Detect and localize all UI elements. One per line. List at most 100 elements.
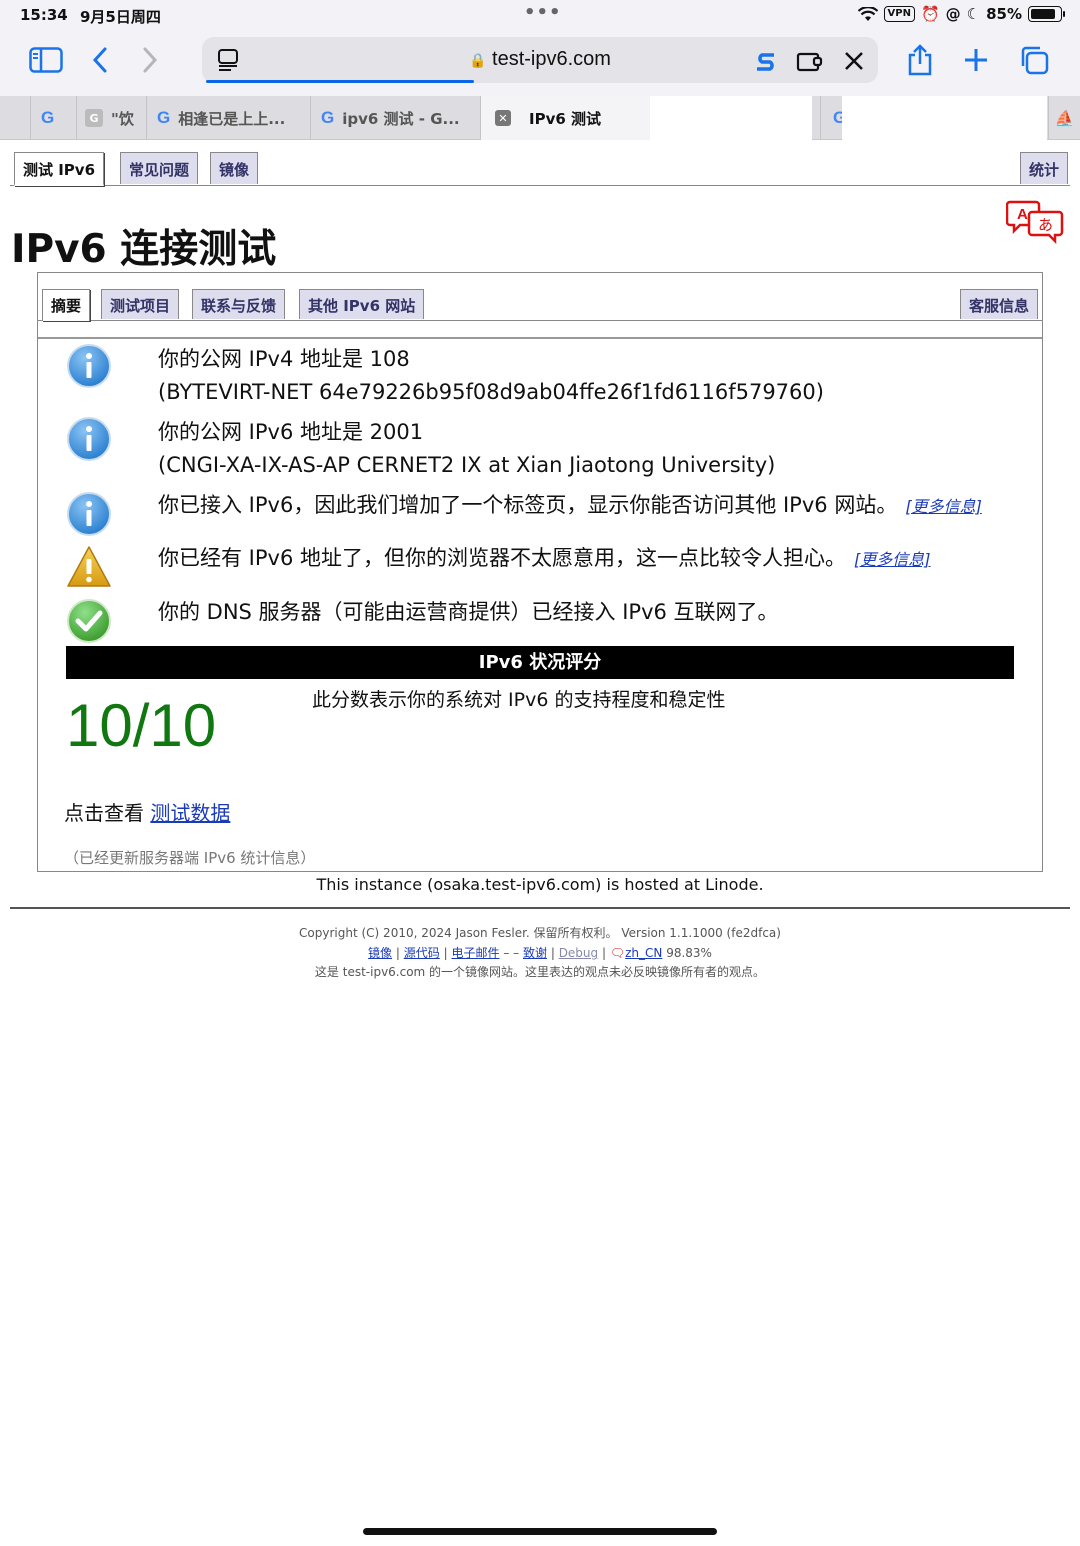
status-indicators: VPN ⏰ @ ☾ 85% bbox=[857, 5, 1065, 23]
ipv6-asn-line: (CNGI-XA-IX-AS-AP CERNET2 IX at Xian Jia… bbox=[158, 453, 776, 477]
generic-favicon-icon: G bbox=[85, 109, 103, 127]
lock-icon: 🔒 bbox=[469, 52, 487, 68]
status-time: 15:34 bbox=[20, 6, 68, 24]
info-icon bbox=[67, 344, 111, 388]
tabs-overview-icon[interactable] bbox=[1014, 42, 1054, 78]
footer-locale-link[interactable]: zh_CN bbox=[625, 946, 662, 960]
test-data-link[interactable]: 测试数据 bbox=[150, 801, 230, 825]
tab-tests[interactable]: 测试项目 bbox=[101, 289, 180, 319]
footer-divider bbox=[10, 907, 1070, 909]
tab-active[interactable]: ✕ IPv6 测试 bbox=[480, 96, 650, 140]
ipv6-address-line: 你的公网 IPv6 地址是 2001 bbox=[158, 420, 424, 444]
battery-icon bbox=[1028, 6, 1065, 22]
tab-redacted[interactable] bbox=[650, 96, 812, 140]
close-icon[interactable] bbox=[844, 51, 864, 71]
message-text: 你的公网 IPv6 地址是 2001 (CNGI-XA-IX-AS-AP CERN… bbox=[158, 416, 775, 482]
tab-faq[interactable]: 常见问题 bbox=[120, 152, 199, 184]
message-text: 你的公网 IPv4 地址是 108 (BYTEVIRT-NET 64e79226b… bbox=[158, 343, 824, 409]
forward-icon[interactable] bbox=[130, 42, 170, 78]
tab-test-ipv6[interactable]: 测试 IPv6 bbox=[14, 152, 105, 186]
footer-mirror-link[interactable]: 镜像 bbox=[368, 946, 392, 960]
location-icon: @ bbox=[945, 5, 961, 23]
footer-copyright: Copyright (C) 2010, 2024 Jason Fesler. 保… bbox=[299, 926, 781, 940]
tab-2[interactable]: G "饮 bbox=[76, 96, 146, 140]
tab-8[interactable]: ⛵ bbox=[1048, 96, 1080, 140]
new-tab-icon[interactable] bbox=[956, 42, 996, 78]
score-header: IPv6 状况评分 bbox=[66, 646, 1014, 679]
tab-6[interactable]: G bbox=[820, 96, 844, 140]
battery-fill bbox=[1031, 9, 1055, 19]
score-description: 此分数表示你的系统对 IPv6 的支持程度和稳定性 bbox=[312, 689, 726, 711]
score-value: 10/10 bbox=[66, 692, 217, 759]
tab-4[interactable]: Gipv6 测试 - G... bbox=[310, 96, 480, 140]
tab-contact[interactable]: 联系与反馈 bbox=[192, 289, 286, 319]
footer-source-link[interactable]: 源代码 bbox=[404, 946, 440, 960]
address-bar[interactable]: 🔒 test-ipv6.com bbox=[202, 37, 878, 83]
multitasking-dots-icon[interactable]: ••• bbox=[524, 2, 562, 23]
home-indicator[interactable] bbox=[363, 1528, 717, 1535]
sidebar-icon[interactable] bbox=[26, 42, 66, 78]
message-text: 你的 DNS 服务器（可能由运营商提供）已经接入 IPv6 互联网了。 bbox=[158, 596, 779, 629]
tab-strip: G G "饮 G 相逢已是上上... Gipv6 测试 - G... ✕ IPv6 测… bbox=[0, 96, 1080, 140]
separator: | bbox=[395, 946, 400, 960]
tab-label: "饮 bbox=[111, 109, 134, 128]
separator: | bbox=[601, 946, 607, 960]
tab-label: ipv6 测试 - G... bbox=[342, 109, 460, 128]
tab-helpdesk[interactable]: 客服信息 bbox=[960, 289, 1039, 319]
inner-nav: 摘要 测试项目 联系与反馈 其他 IPv6 网站 客服信息 bbox=[38, 289, 1042, 321]
footer-debug-link[interactable]: Debug bbox=[559, 946, 598, 960]
share-icon[interactable] bbox=[900, 42, 940, 78]
back-icon[interactable] bbox=[80, 42, 120, 78]
translate-icon[interactable]: A あ bbox=[1006, 200, 1064, 244]
info-icon bbox=[67, 417, 111, 461]
separator: | bbox=[550, 946, 555, 960]
more-info-link[interactable]: [更多信息] bbox=[854, 550, 931, 569]
svg-text:A: A bbox=[1017, 206, 1028, 223]
extension-icon[interactable] bbox=[796, 48, 824, 74]
url-text: test-ipv6.com bbox=[492, 48, 611, 70]
browser-toolbar: 🔒 test-ipv6.com bbox=[0, 30, 1080, 96]
tab-other-sites[interactable]: 其他 IPv6 网站 bbox=[299, 289, 425, 319]
warning-icon bbox=[67, 546, 111, 587]
svg-text:あ: あ bbox=[1038, 216, 1053, 234]
message-text: 你已经有 IPv6 地址了，但你的浏览器不太愿意用，这一点比较令人担心。 [更多信… bbox=[158, 542, 931, 576]
message-browser-warning: 你已经有 IPv6 地址了，但你的浏览器不太愿意用，这一点比较令人担心。 [更多信… bbox=[66, 542, 1026, 592]
footer-email-link[interactable]: 电子邮件 bbox=[451, 946, 499, 960]
message-line: 你已经有 IPv6 地址了，但你的浏览器不太愿意用，这一点比较令人担心。 bbox=[158, 546, 846, 570]
hosted-note: This instance (osaka.test-ipv6.com) is h… bbox=[316, 875, 764, 894]
message-dns: 你的 DNS 服务器（可能由运营商提供）已经接入 IPv6 互联网了。 bbox=[66, 596, 1026, 646]
click-view-prefix: 点击查看 bbox=[64, 801, 144, 825]
extension-s-icon[interactable] bbox=[754, 49, 778, 73]
click-view: 点击查看 测试数据 bbox=[64, 797, 230, 826]
ipv4-address-line: 你的公网 IPv4 地址是 108 bbox=[158, 347, 410, 371]
tab-1[interactable]: G bbox=[30, 96, 76, 140]
check-icon bbox=[67, 599, 111, 643]
tab-mirrors[interactable]: 镜像 bbox=[210, 152, 259, 184]
footer-thanks-link[interactable]: 致谢 bbox=[523, 946, 547, 960]
alarm-icon: ⏰ bbox=[920, 5, 940, 23]
tab-redacted[interactable] bbox=[842, 96, 1047, 140]
close-icon[interactable]: ✕ bbox=[495, 110, 511, 126]
site-favicon-icon: ⛵ bbox=[1054, 108, 1075, 128]
ipv4-asn-line: (BYTEVIRT-NET 64e79226b95f08d9ab04ffe26f… bbox=[158, 380, 824, 404]
tab-stats[interactable]: 统计 bbox=[1020, 152, 1069, 184]
tab-label: IPv6 测试 bbox=[529, 109, 602, 128]
battery-percent: 85% bbox=[986, 5, 1022, 23]
tab-3[interactable]: G 相逢已是上上... bbox=[146, 96, 310, 140]
locale-percent: 98.83% bbox=[666, 946, 712, 960]
load-progress bbox=[206, 80, 474, 83]
message-ipv6-tab: 你已接入 IPv6，因此我们增加了一个标签页，显示你能否访问其他 IPv6 网站… bbox=[66, 489, 1026, 539]
more-info-link[interactable]: [更多信息] bbox=[905, 497, 982, 516]
stats-note: （已经更新服务器端 IPv6 统计信息） bbox=[64, 849, 316, 867]
moon-icon: ☾ bbox=[966, 5, 981, 23]
message-ipv4: 你的公网 IPv4 地址是 108 (BYTEVIRT-NET 64e79226b… bbox=[66, 343, 1026, 413]
separator: – – bbox=[503, 946, 520, 960]
message-line: 你已接入 IPv6，因此我们增加了一个标签页，显示你能否访问其他 IPv6 网站… bbox=[158, 493, 898, 517]
message-ipv6: 你的公网 IPv6 地址是 2001 (CNGI-XA-IX-AS-AP CERN… bbox=[66, 416, 1026, 486]
tab-label: 相逢已是上上... bbox=[178, 109, 286, 128]
tab-summary[interactable]: 摘要 bbox=[42, 289, 91, 321]
wifi-icon bbox=[857, 6, 878, 21]
google-icon: G bbox=[157, 108, 171, 127]
vpn-badge: VPN bbox=[883, 6, 915, 22]
main-nav: 测试 IPv6 常见问题 镜像 统计 bbox=[10, 152, 1070, 186]
